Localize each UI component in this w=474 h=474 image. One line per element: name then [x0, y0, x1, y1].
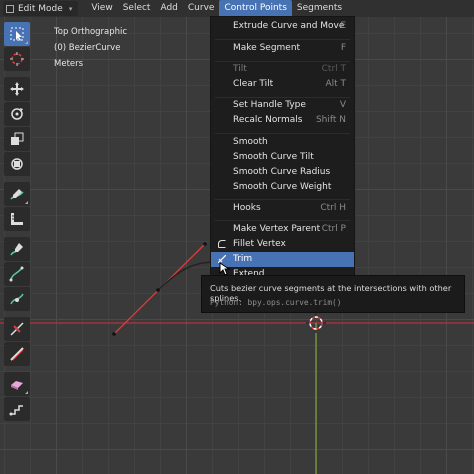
menu-view[interactable]: View	[86, 0, 117, 17]
annotate-tool[interactable]	[4, 182, 30, 206]
chevron-down-icon: ▾	[68, 4, 73, 13]
rotate-icon	[11, 108, 23, 120]
menu-separator	[215, 133, 350, 134]
scale-tool[interactable]	[4, 127, 30, 151]
scale-icon	[11, 132, 24, 145]
pen-tool[interactable]	[4, 262, 30, 286]
select-box-tool[interactable]	[4, 22, 30, 46]
menu-separator	[215, 220, 350, 221]
menu-item-clear-tilt[interactable]: Clear Tilt Alt T	[211, 77, 354, 92]
handle-point[interactable]	[203, 242, 207, 246]
menu-item-smooth-curve-tilt[interactable]: Smooth Curve Tilt	[211, 150, 354, 165]
draw-tool[interactable]	[4, 237, 30, 261]
move-tool[interactable]	[4, 77, 30, 101]
mouse-pointer-icon	[219, 262, 231, 276]
tilt-tool[interactable]	[4, 287, 30, 311]
annotate-icon	[10, 189, 24, 200]
measure-tool[interactable]	[4, 207, 30, 231]
randomize-tool[interactable]	[4, 342, 30, 366]
menu-item-smooth-curve-radius[interactable]: Smooth Curve Radius	[211, 165, 354, 180]
extrude-icon	[11, 381, 23, 390]
menu-separator	[215, 39, 350, 40]
draw-icon	[10, 243, 23, 256]
object-name: (0) BezierCurve	[54, 43, 121, 53]
menu-separator	[215, 199, 350, 200]
radius-tool[interactable]	[4, 317, 30, 341]
pen-icon	[9, 266, 24, 282]
menu-curve[interactable]: Curve	[183, 0, 220, 17]
menu-item-smooth[interactable]: Smooth	[211, 135, 354, 150]
menu-segments[interactable]: Segments	[292, 0, 347, 17]
menu-item-make-segment[interactable]: Make Segment F	[211, 41, 354, 56]
tilt-icon	[10, 293, 24, 305]
select-box-icon	[10, 27, 24, 41]
menu-item-tilt[interactable]: Tilt Ctrl T	[211, 62, 354, 77]
menu-select[interactable]: Select	[118, 0, 156, 17]
menu-item-fillet-vertex[interactable]: Fillet Vertex	[211, 237, 354, 252]
control-points-menu: Extrude Curve and Move E Make Segment F Ti…	[210, 16, 355, 278]
fillet-icon	[218, 240, 226, 248]
move-icon	[10, 82, 24, 96]
view-name: Top Orthographic	[54, 27, 128, 37]
menu-item-make-vertex-parent[interactable]: Make Vertex Parent Ctrl P	[211, 222, 354, 237]
mode-select[interactable]: Edit Mode ▾	[3, 1, 79, 16]
tooltip: Cuts bezier curve segments at the inters…	[201, 275, 465, 313]
measure-icon	[11, 213, 23, 225]
transform-icon	[11, 158, 23, 170]
cursor-tool[interactable]	[4, 47, 30, 71]
shear-icon	[9, 405, 23, 416]
tool-shelf	[4, 22, 32, 422]
randomize-icon	[10, 347, 24, 361]
units-label: Meters	[54, 59, 84, 69]
menu-item-hooks[interactable]: Hooks Ctrl H	[211, 201, 354, 216]
menu-item-trim[interactable]: Trim	[211, 252, 354, 267]
menu-item-extrude-curve-and-move[interactable]: Extrude Curve and Move E	[211, 19, 354, 34]
menu-item-smooth-curve-weight[interactable]: Smooth Curve Weight	[211, 180, 354, 195]
menu-item-set-handle-type[interactable]: Set Handle Type V	[211, 98, 354, 113]
viewport-header: Edit Mode ▾ View Select Add Curve Contro…	[0, 0, 474, 17]
extrude-cursor-tool[interactable]	[4, 372, 30, 396]
mode-label: Edit Mode	[18, 3, 63, 14]
cursor-icon	[10, 52, 24, 66]
rotate-tool[interactable]	[4, 102, 30, 126]
radius-icon	[10, 322, 24, 336]
menu-control-points[interactable]: Control Points	[219, 0, 292, 17]
control-point[interactable]	[156, 288, 160, 292]
edit-mode-icon	[6, 4, 14, 13]
shear-tool[interactable]	[4, 397, 30, 421]
viewport-info: Top Orthographic (0) BezierCurve Meters	[54, 24, 127, 72]
menu-item-recalc-normals[interactable]: Recalc Normals Shift N	[211, 113, 354, 128]
transform-tool[interactable]	[4, 152, 30, 176]
menu-add[interactable]: Add	[155, 0, 182, 17]
tooltip-python: Python: bpy.ops.curve.trim()	[210, 298, 342, 307]
handle-point[interactable]	[112, 332, 116, 336]
